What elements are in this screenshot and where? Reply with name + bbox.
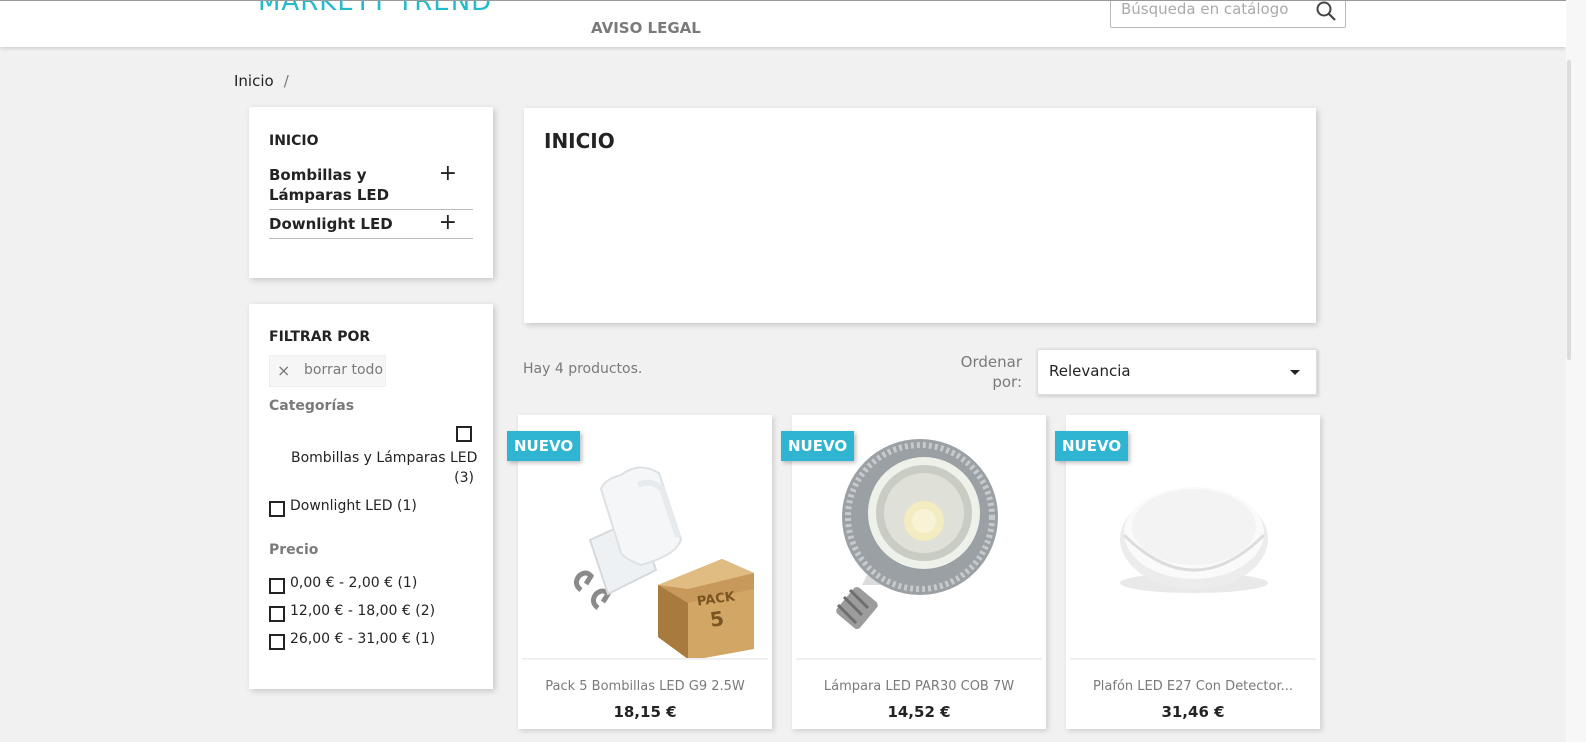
new-badge: NUEVO bbox=[507, 431, 581, 461]
clear-all-filters-button[interactable]: × borrar todo bbox=[269, 355, 386, 387]
checkbox-category-bombillas[interactable] bbox=[456, 426, 472, 442]
product-card[interactable]: Lámpara LED PAR30 COB 7W 14,52 € bbox=[792, 415, 1046, 729]
category-tree-title[interactable]: INICIO bbox=[269, 133, 319, 149]
checkbox-price-2[interactable] bbox=[269, 606, 285, 622]
product-name[interactable]: Pack 5 Bombillas LED G9 2.5W bbox=[518, 679, 772, 694]
product-name[interactable]: Lámpara LED PAR30 COB 7W bbox=[792, 679, 1046, 694]
filter-option-label[interactable]: Downlight LED (1) bbox=[290, 498, 417, 514]
search-icon[interactable] bbox=[1315, 0, 1337, 22]
expand-plus-icon[interactable]: + bbox=[439, 161, 457, 186]
filter-option-label[interactable]: Bombillas y Lámparas LED bbox=[291, 450, 477, 466]
sort-dropdown[interactable]: Relevancia bbox=[1037, 349, 1317, 395]
nav-link-aviso-legal[interactable]: AVISO LEGAL bbox=[591, 19, 701, 37]
sort-selected-value: Relevancia bbox=[1049, 362, 1131, 380]
clear-all-label: borrar todo bbox=[304, 362, 384, 378]
category-header-block: INICIO bbox=[524, 108, 1316, 323]
filter-option-count[interactable]: (3) bbox=[291, 470, 474, 486]
new-badge: NUEVO bbox=[781, 431, 855, 461]
category-tree-panel: INICIO Bombillas y Lámparas LED + Downli… bbox=[249, 107, 493, 278]
product-count: Hay 4 productos. bbox=[523, 361, 643, 377]
filter-option-label[interactable]: 0,00 € - 2,00 € (1) bbox=[290, 575, 417, 591]
search-input[interactable] bbox=[1121, 1, 1301, 24]
breadcrumb-separator: / bbox=[283, 72, 289, 90]
page-title: INICIO bbox=[544, 129, 615, 153]
chevron-down-icon bbox=[1290, 370, 1300, 375]
product-price: 18,15 € bbox=[613, 703, 677, 721]
product-name[interactable]: Plafón LED E27 Con Detector... bbox=[1066, 679, 1320, 694]
filter-option-label[interactable]: 26,00 € - 31,00 € (1) bbox=[290, 631, 435, 647]
new-badge: NUEVO bbox=[1055, 431, 1129, 461]
product-card[interactable]: Plafón LED E27 Con Detector... 31,46 € bbox=[1066, 415, 1320, 729]
category-item-label[interactable]: Bombillas y Lámparas LED bbox=[269, 165, 444, 205]
breadcrumb-home-link[interactable]: Inicio bbox=[234, 72, 274, 90]
breadcrumb: Inicio / bbox=[234, 72, 289, 90]
scrollbar-thumb[interactable] bbox=[1567, 60, 1571, 360]
category-item-downlight[interactable]: Downlight LED + bbox=[269, 210, 473, 239]
card-divider bbox=[796, 658, 1042, 661]
site-header: MARKETT TREND AVISO LEGAL bbox=[0, 0, 1566, 47]
facet-title-categorias: Categorías bbox=[269, 398, 355, 414]
category-item-label[interactable]: Downlight LED bbox=[269, 214, 444, 234]
filter-panel: FILTRAR POR × borrar todo Categorías Bom… bbox=[249, 304, 493, 689]
facet-title-precio: Precio bbox=[269, 542, 319, 558]
card-divider bbox=[522, 658, 768, 661]
checkbox-category-downlight[interactable] bbox=[269, 501, 285, 517]
product-card[interactable]: Pack 5 Bombillas LED G9 2.5W 18,15 € bbox=[518, 415, 772, 729]
product-price: 14,52 € bbox=[887, 703, 951, 721]
product-price: 31,46 € bbox=[1161, 703, 1225, 721]
filter-title: FILTRAR POR bbox=[269, 329, 371, 345]
search-form bbox=[1110, 0, 1346, 28]
card-divider bbox=[1070, 658, 1316, 661]
checkbox-price-3[interactable] bbox=[269, 634, 285, 650]
close-icon: × bbox=[277, 361, 291, 380]
filter-option-label[interactable]: 12,00 € - 18,00 € (2) bbox=[290, 603, 435, 619]
expand-plus-icon[interactable]: + bbox=[439, 210, 457, 235]
sort-label: Ordenar por: bbox=[960, 353, 1022, 391]
site-logo[interactable]: MARKETT TREND bbox=[258, 1, 492, 17]
category-item-bombillas[interactable]: Bombillas y Lámparas LED + bbox=[269, 161, 473, 210]
checkbox-price-1[interactable] bbox=[269, 578, 285, 594]
